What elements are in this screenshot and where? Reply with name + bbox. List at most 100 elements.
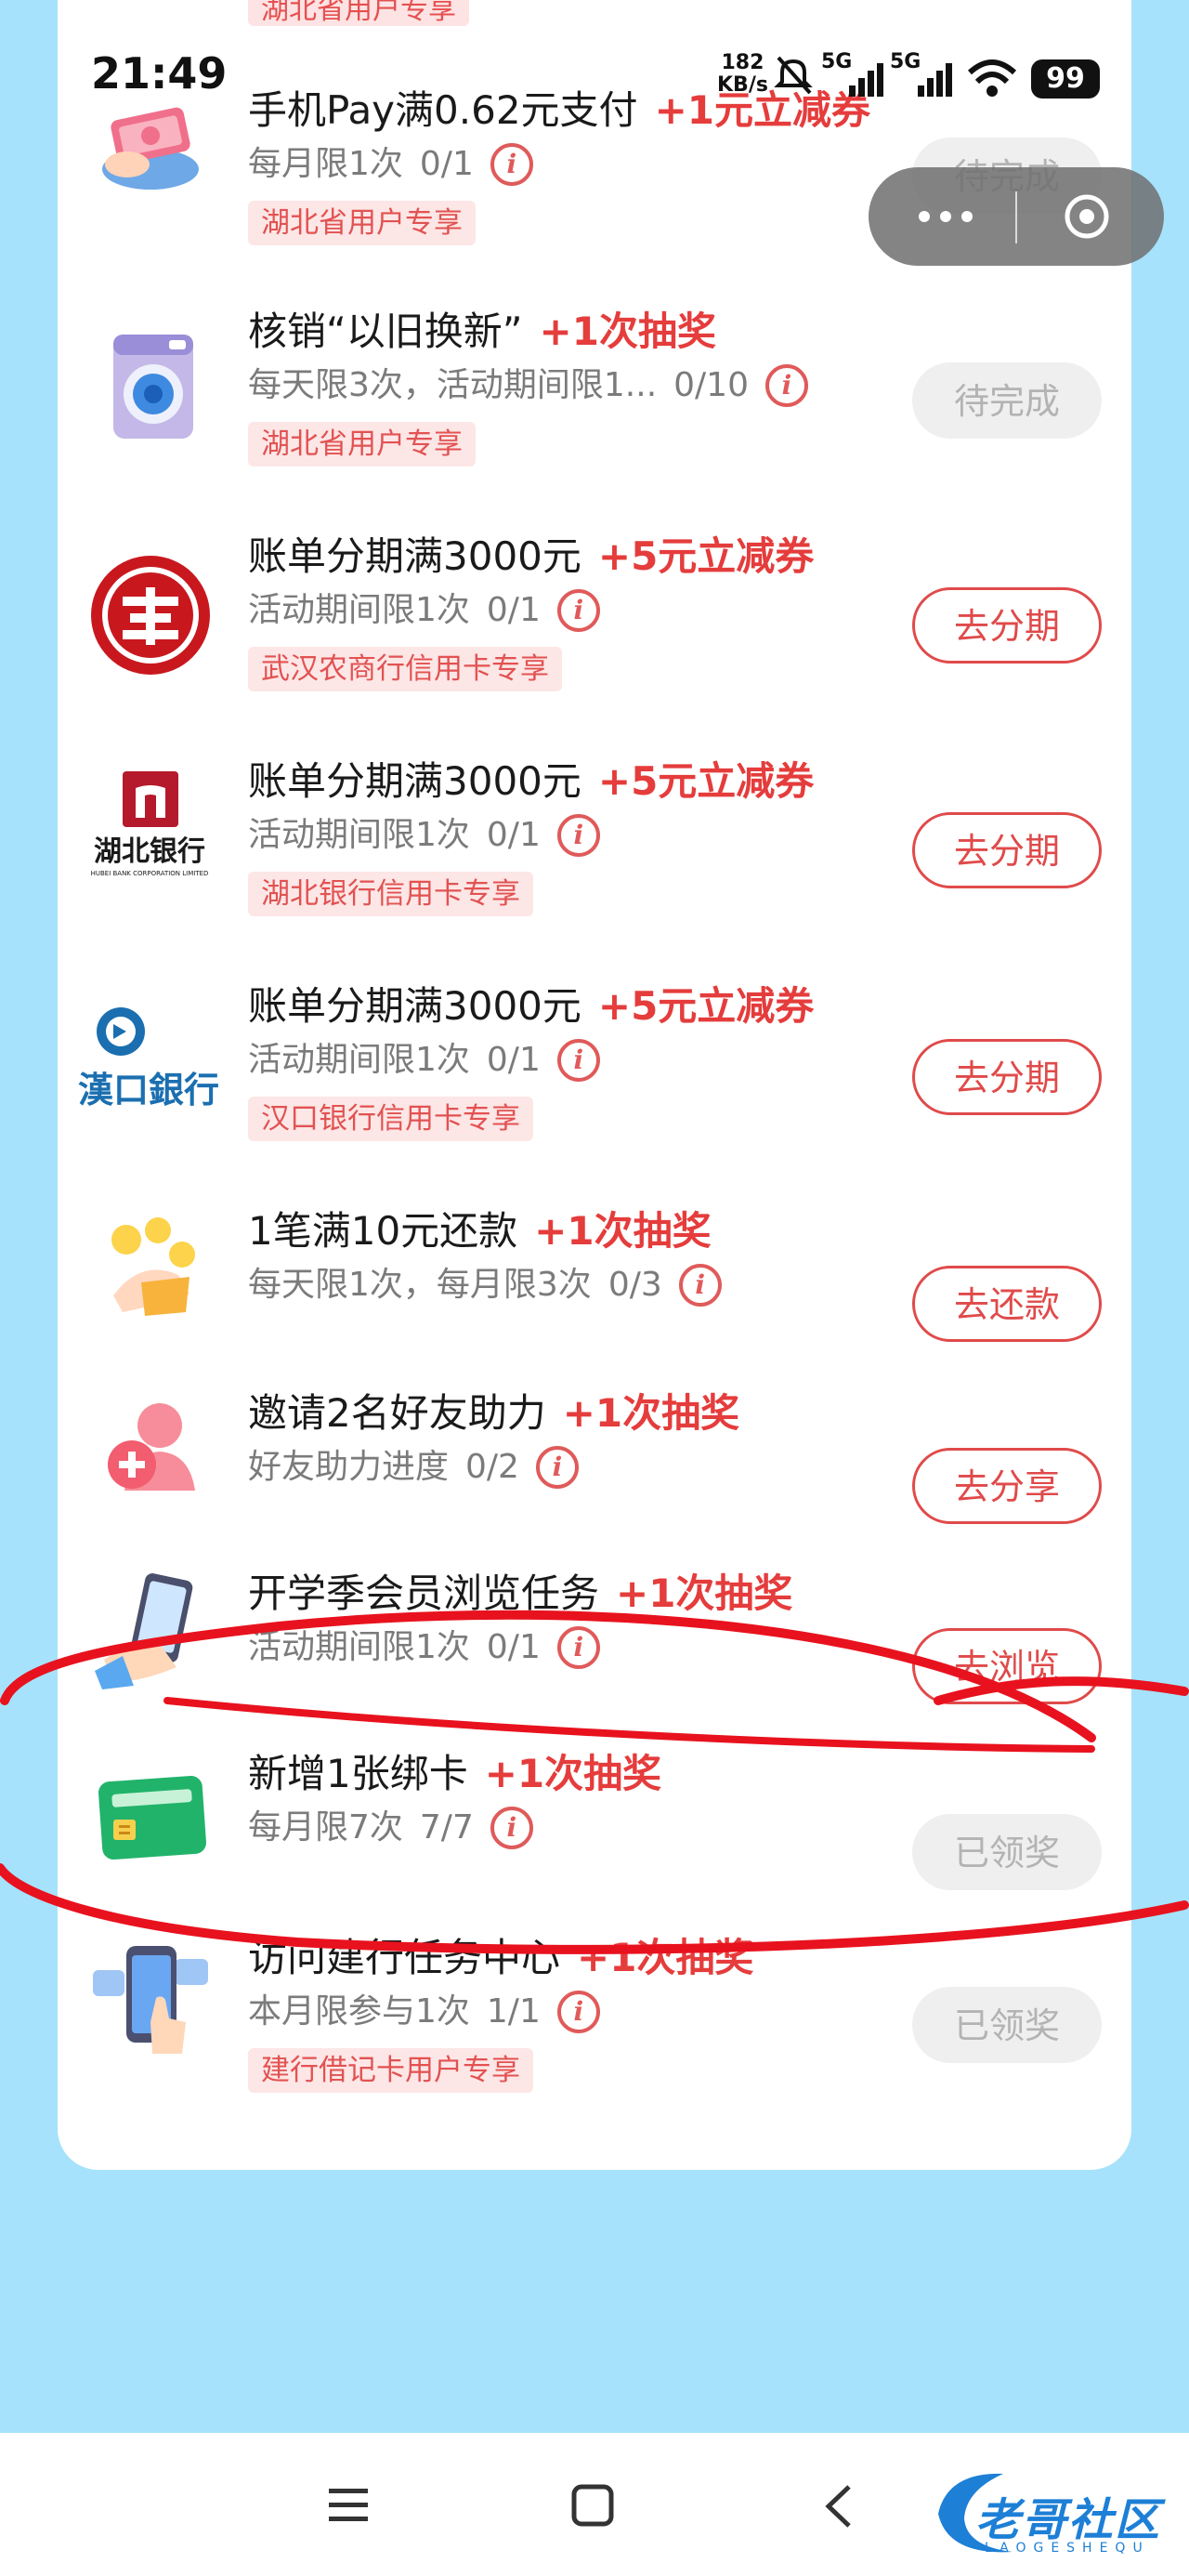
clock: 21:49 [91, 48, 228, 99]
task-progress: 0/1 [486, 816, 541, 854]
more-icon[interactable] [913, 203, 978, 230]
task-item: 漢口銀行 账单分期满3000元 +5元立减券 活动期间限1次 0/1 i 汉口银行信用… [58, 981, 1131, 1158]
task-tag: 湖北省用户专享 [248, 201, 476, 245]
task-limit: 每天限3次，活动期间限1... 0/10 i [248, 364, 808, 407]
invite-friend-icon [108, 1403, 195, 1491]
info-icon[interactable]: i [535, 1446, 579, 1489]
info-icon[interactable]: i [556, 589, 600, 632]
task-reward: +5元立减券 [597, 983, 815, 1029]
watermark-text: 老哥社区 [975, 2494, 1162, 2546]
task-progress: 0/3 [608, 1266, 662, 1304]
task-reward: +1次抽奖 [534, 1208, 712, 1254]
signal-icon [849, 63, 883, 97]
task-action-button[interactable]: 已领奖 [912, 1814, 1102, 1890]
task-item: 访问建行任务中心 +1次抽奖 本月限参与1次 1/1 i 建行借记卡用户专享 已领奖 [58, 1933, 1131, 2119]
info-icon[interactable]: i [490, 143, 533, 186]
task-limit: 好友助力进度 0/2 i [248, 1446, 579, 1489]
task-action-button[interactable]: 已领奖 [912, 1987, 1102, 2063]
task-title: 核销“以旧换新” +1次抽奖 [248, 309, 716, 354]
svg-text:HUBEI BANK CORPORATION LIMITED: HUBEI BANK CORPORATION LIMITED [91, 870, 209, 877]
task-item: 新增1张绑卡 +1次抽奖 每月限7次 7/7 i 已领奖 [58, 1749, 1131, 1898]
task-title: 邀请2名好友助力 +1次抽奖 [248, 1390, 740, 1436]
task-progress: 0/1 [486, 1628, 541, 1666]
task-limit: 活动期间限1次 0/1 i [248, 814, 600, 857]
task-limit: 活动期间限1次 0/1 i [248, 1626, 600, 1669]
task-tag: 建行借记卡用户专享 [248, 2048, 533, 2093]
task-action-button[interactable]: 去分期 [912, 587, 1102, 664]
info-icon[interactable]: i [678, 1264, 722, 1307]
task-action-button[interactable]: 待完成 [912, 362, 1102, 439]
task-tag: 武汉农商行信用卡专享 [248, 647, 562, 691]
info-icon[interactable]: i [556, 1039, 600, 1082]
signal-icon [918, 63, 952, 97]
task-title: 开学季会员浏览任务 +1次抽奖 [248, 1571, 793, 1616]
task-reward: +1次抽奖 [577, 1935, 754, 1980]
back-icon[interactable] [821, 2483, 855, 2530]
task-progress: 0/1 [419, 145, 474, 183]
task-item: 账单分期满3000元 +5元立减券 活动期间限1次 0/1 i 武汉农商行信用卡专享 … [58, 532, 1131, 708]
task-item: 湖北银行 HUBEI BANK CORPORATION LIMITED 账单分期… [58, 756, 1131, 933]
task-limit: 每月限1次 0/1 i [248, 143, 533, 186]
task-item: 开学季会员浏览任务 +1次抽奖 活动期间限1次 0/1 i 去浏览 [58, 1569, 1131, 1717]
menu-icon[interactable] [327, 2485, 370, 2526]
task-title: 账单分期满3000元 +5元立减券 [248, 758, 815, 804]
hubei-bank-logo: 湖北银行 HUBEI BANK CORPORATION LIMITED [91, 771, 209, 877]
info-icon[interactable]: i [556, 814, 600, 857]
task-limit: 每月限7次 7/7 i [248, 1807, 533, 1849]
svg-text:漢口銀行: 漢口銀行 [78, 1069, 219, 1111]
task-limit: 活动期间限1次 0/1 i [248, 589, 600, 632]
phone-tap-icon [93, 1946, 208, 2054]
watermark-subtext: LAOGESHEQU [985, 2541, 1150, 2556]
task-progress: 0/1 [486, 1041, 541, 1079]
phone-hand-icon [95, 1573, 193, 1689]
washing-machine-icon [113, 335, 193, 439]
task-reward: +5元立减券 [597, 533, 815, 579]
wuhan-rural-bank-logo [91, 556, 210, 675]
task-reward: +1次抽奖 [484, 1751, 662, 1796]
task-progress: 0/2 [465, 1448, 519, 1486]
miniprogram-capsule [869, 167, 1164, 266]
close-icon[interactable] [1064, 193, 1110, 240]
svg-text:湖北银行: 湖北银行 [94, 835, 205, 868]
task-reward: +1次抽奖 [539, 309, 716, 354]
coin-hand-icon [111, 1217, 195, 1316]
wifi-icon [967, 59, 1017, 97]
network-speed: 182 KB/s [717, 51, 768, 97]
task-progress: 0/1 [486, 591, 541, 629]
task-progress: 7/7 [419, 1808, 474, 1847]
task-limit: 每天限1次，每月限3次 0/3 i [248, 1264, 722, 1307]
task-progress: 1/1 [486, 1992, 541, 2031]
task-title: 账单分期满3000元 +5元立减券 [248, 983, 815, 1029]
info-icon[interactable]: i [556, 1991, 600, 2033]
task-action-button[interactable]: 去分期 [912, 812, 1102, 888]
task-action-button[interactable]: 去分享 [912, 1448, 1102, 1524]
status-bar: 21:49 182 KB/s 5G 5G 99 [0, 0, 1189, 149]
task-tag: 汉口银行信用卡专享 [248, 1097, 533, 1141]
task-limit: 本月限参与1次 1/1 i [248, 1991, 600, 2033]
task-title: 账单分期满3000元 +5元立减券 [248, 533, 815, 579]
task-reward: +1次抽奖 [562, 1390, 740, 1436]
capsule-divider [1015, 191, 1017, 243]
task-action-button[interactable]: 去还款 [912, 1266, 1102, 1342]
hankou-bank-logo: 漢口銀行 [78, 1007, 219, 1111]
green-card-icon [98, 1776, 206, 1860]
task-action-button[interactable]: 去浏览 [912, 1628, 1102, 1704]
task-title: 1笔满10元还款 +1次抽奖 [248, 1208, 712, 1254]
task-item: 邀请2名好友助力 +1次抽奖 好友助力进度 0/2 i 去分享 [58, 1388, 1131, 1537]
task-title: 新增1张绑卡 +1次抽奖 [248, 1751, 662, 1796]
task-action-button[interactable]: 去分期 [912, 1039, 1102, 1115]
info-icon[interactable]: i [556, 1626, 600, 1669]
info-icon[interactable]: i [490, 1807, 533, 1849]
task-tag: 湖北省用户专享 [248, 422, 476, 467]
task-limit: 活动期间限1次 0/1 i [248, 1039, 600, 1082]
task-reward: +5元立减券 [597, 758, 815, 804]
task-progress: 0/10 [673, 366, 749, 404]
task-item: 1笔满10元还款 +1次抽奖 每天限1次，每月限3次 0/3 i 去还款 [58, 1206, 1131, 1355]
task-item: 核销“以旧换新” +1次抽奖 每天限3次，活动期间限1... 0/10 i 湖北省用户… [58, 307, 1131, 483]
task-title: 访问建行任务中心 +1次抽奖 [248, 1935, 754, 1980]
info-icon[interactable]: i [764, 364, 808, 407]
home-icon[interactable] [570, 2483, 615, 2528]
task-reward: +1次抽奖 [616, 1571, 793, 1616]
battery-indicator: 99 [1031, 59, 1100, 99]
task-tag: 湖北银行信用卡专享 [248, 872, 533, 916]
